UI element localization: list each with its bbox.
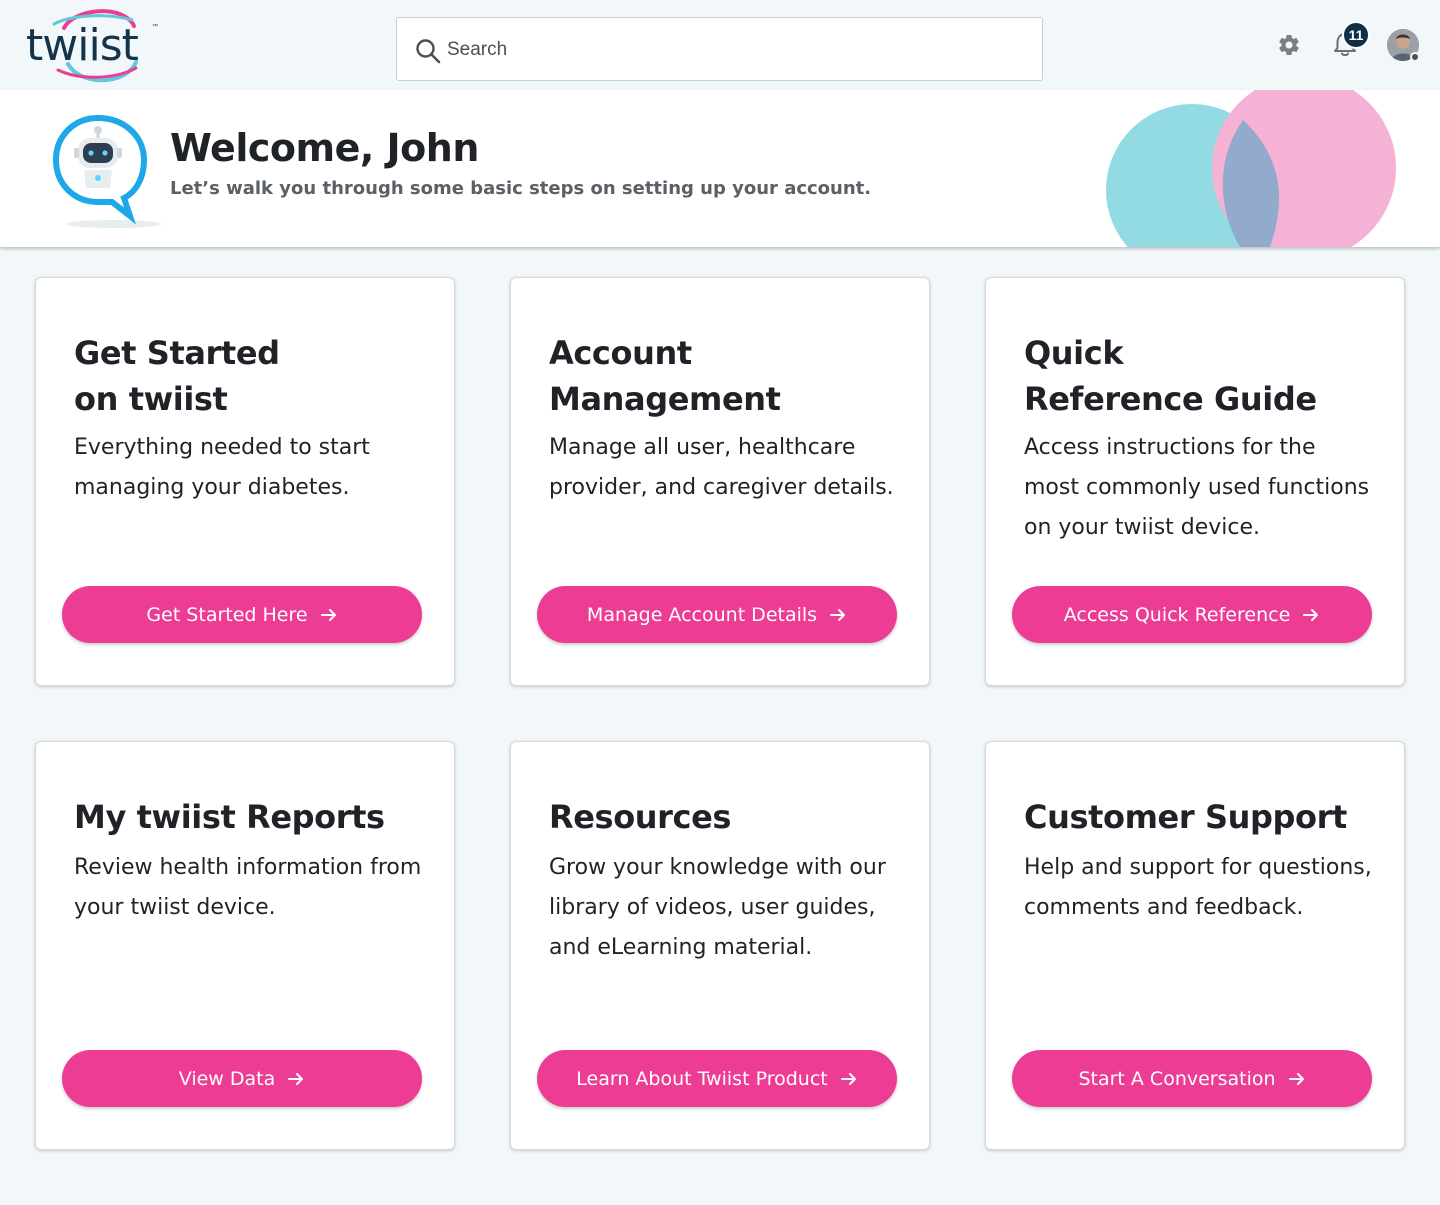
card-get-started: Get Started on twiist Everything needed … [35,277,455,686]
card-title-line: Account [549,334,692,372]
card-description: Everything needed to start managing your… [74,435,370,500]
arrow-right-icon [1288,1072,1304,1085]
card-description: Grow your knowledge with our library of … [549,855,886,960]
card-title: Account Management [549,330,909,422]
search-icon [416,39,441,64]
arrow-right-icon [840,1072,856,1085]
card-title: Get Started on twiist [74,330,434,422]
learn-about-twiist-product-button[interactable]: Learn About Twiist Product [537,1050,897,1107]
start-a-conversation-button[interactable]: Start A Conversation [1012,1050,1372,1107]
card-resources: Resources Grow your knowledge with our l… [510,741,930,1150]
button-label: Access Quick Reference [1063,603,1291,626]
card-customer-support: Customer Support Help and support for qu… [985,741,1405,1150]
online-status-dot [1410,52,1420,62]
card-title-line: on twiist [74,380,228,418]
button-label: Learn About Twiist Product [576,1067,828,1090]
button-label: Start A Conversation [1078,1067,1276,1090]
welcome-banner: Welcome, John Let’s walk you through som… [0,90,1440,247]
arrow-right-icon [1303,608,1319,621]
card-my-reports: My twiist Reports Review health informat… [35,741,455,1150]
card-description: Access instructions for the most commonl… [1024,435,1370,540]
card-title-line: My twiist Reports [74,798,385,836]
notification-count-badge: 11 [1342,21,1370,49]
card-title-line: Quick [1024,334,1124,372]
button-label: View Data [178,1067,276,1090]
button-label: Get Started Here [146,603,308,626]
search-box[interactable] [396,17,1043,81]
card-title: Resources [549,794,909,840]
arrow-right-icon [288,1072,304,1085]
twiist-logo[interactable]: twiist ™ [24,6,164,84]
logo-trademark: ™ [152,24,158,30]
card-description: Help and support for questions, comments… [1024,855,1372,920]
chatbot-icon [52,114,162,228]
welcome-subtitle: Let’s walk you through some basic steps … [170,178,872,199]
arrow-right-icon [830,608,846,621]
card-title: Customer Support [1024,794,1384,840]
arrow-right-icon [320,608,336,621]
card-title-line: Management [549,380,781,418]
button-label: Manage Account Details [586,603,818,626]
logo-text: twiist [26,20,139,71]
search-input[interactable] [447,30,1007,70]
card-title-line: Resources [549,798,732,836]
welcome-title: Welcome, John [170,126,479,170]
card-description: Manage all user, healthcare provider, an… [549,435,894,500]
access-quick-reference-button[interactable]: Access Quick Reference [1012,586,1372,643]
card-title-line: Reference Guide [1024,380,1317,418]
gear-icon[interactable] [1277,33,1301,57]
card-title: My twiist Reports [74,794,434,840]
top-bar: twiist ™ 11 [0,0,1440,90]
card-title-line: Get Started [74,334,280,372]
card-title: Quick Reference Guide [1024,330,1384,422]
card-quick-reference: Quick Reference Guide Access instruction… [985,277,1405,686]
card-description: Review health information from your twii… [74,855,422,920]
view-data-button[interactable]: View Data [62,1050,422,1107]
get-started-here-button[interactable]: Get Started Here [62,586,422,643]
card-title-line: Customer Support [1024,798,1347,836]
card-account-management: Account Management Manage all user, heal… [510,277,930,686]
decorative-circles-icon [1106,90,1396,247]
manage-account-details-button[interactable]: Manage Account Details [537,586,897,643]
